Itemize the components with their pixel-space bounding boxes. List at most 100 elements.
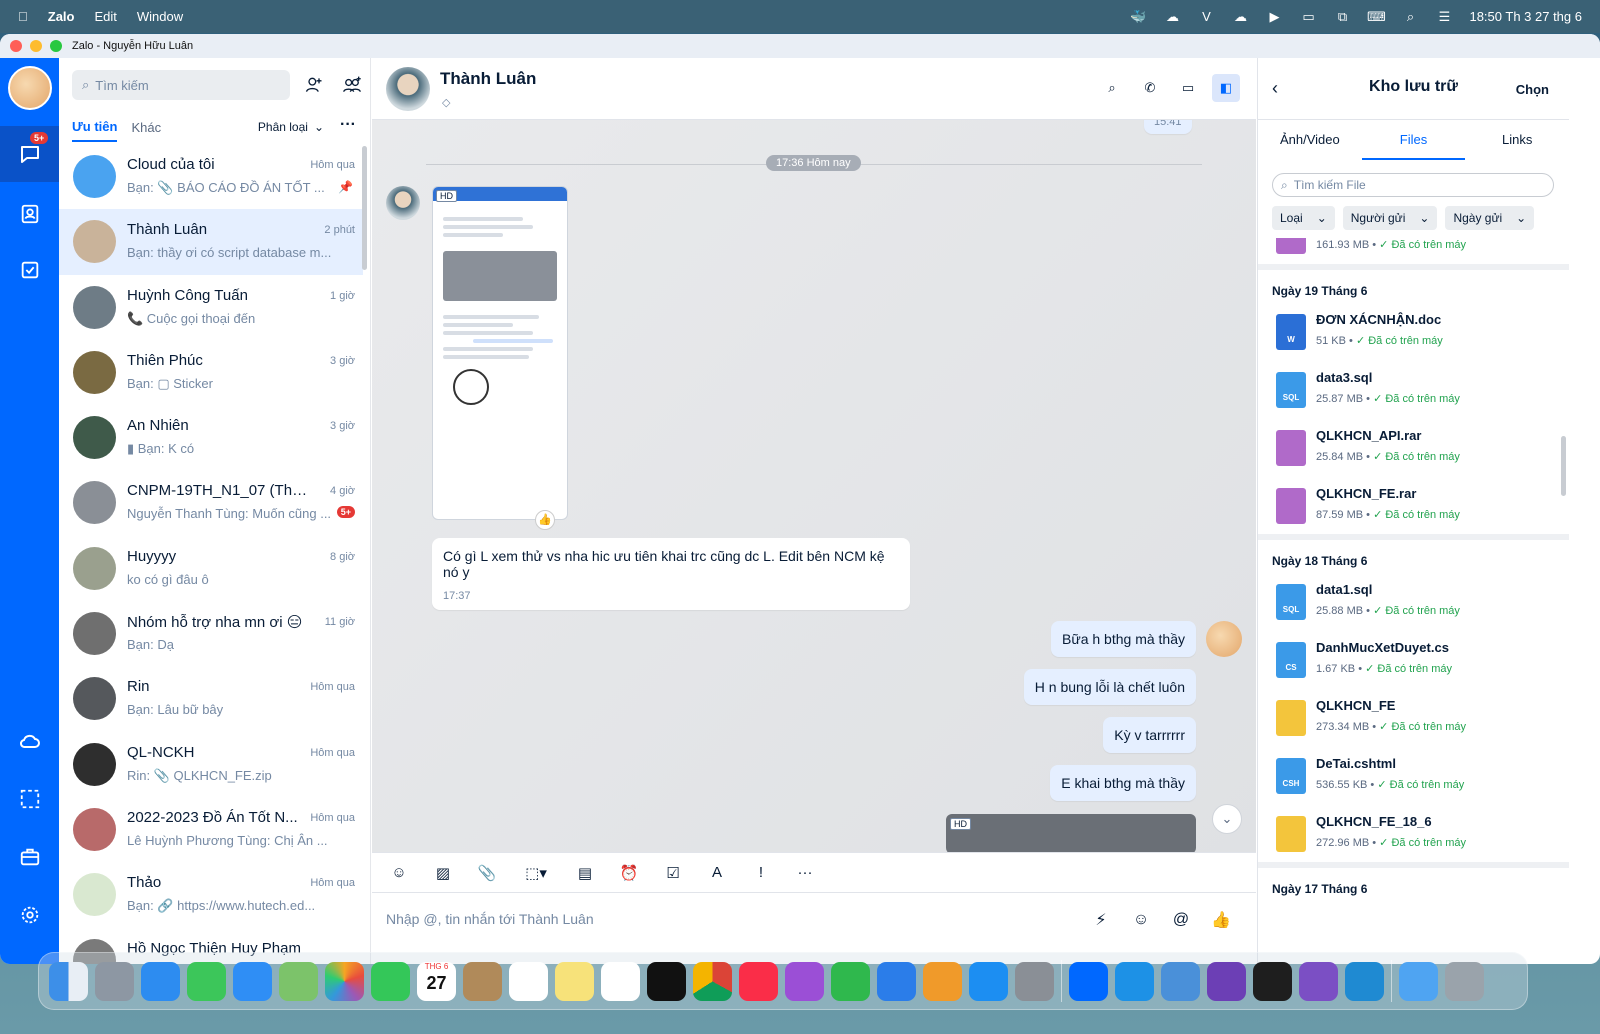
zalo-icon[interactable] (1069, 961, 1108, 1001)
chat-search-button[interactable]: ⌕ (1098, 74, 1126, 102)
menu-clock[interactable]: 18:50 Th 3 27 thg 6 (1469, 9, 1582, 24)
outgoing-message[interactable]: Kỳ v tarrrrrr (1103, 717, 1196, 753)
safari-icon[interactable] (141, 961, 180, 1001)
sticker-icon[interactable]: ☺ (386, 860, 412, 886)
conversation-item[interactable]: Rin Hôm qua Bạn: Lâu bữ bây (59, 666, 363, 731)
conversation-item[interactable]: An Nhiên 3 giờ ▮ Bạn: K có (59, 405, 363, 470)
nav-messages[interactable]: 5+ (0, 126, 59, 182)
zoom-window-button[interactable] (50, 40, 62, 52)
notes-icon[interactable] (555, 961, 594, 1001)
chat-contact-name[interactable]: Thành Luân (440, 69, 536, 89)
incoming-message[interactable]: Có gì L xem thử vs nha hic ưu tiên khai … (432, 538, 910, 610)
mail-icon[interactable] (233, 961, 272, 1001)
filter-date[interactable]: Ngày gửi ⌄ (1445, 206, 1535, 230)
messages-icon[interactable] (187, 961, 226, 1001)
vscode-icon[interactable] (1345, 961, 1384, 1001)
nav-cloud[interactable] (0, 713, 59, 769)
conversation-scrollbar[interactable] (362, 146, 367, 270)
play-icon[interactable]: ▶ (1265, 9, 1283, 24)
file-item[interactable]: QLKHCN_FE.rar 87.59 MB • ✓ Đã có trên má… (1258, 476, 1569, 534)
outgoing-message[interactable]: E khai bthg mà thầy (1050, 765, 1196, 801)
minimize-window-button[interactable] (30, 40, 42, 52)
nav-settings[interactable] (0, 887, 59, 943)
image-icon[interactable]: ▨ (430, 860, 456, 886)
podcasts-icon[interactable] (785, 961, 824, 1001)
visual-studio-preview-icon[interactable] (1299, 961, 1338, 1001)
photos-icon[interactable] (325, 961, 364, 1001)
sender-avatar[interactable] (386, 186, 420, 220)
toggle-info-panel-button[interactable]: ◧ (1212, 74, 1240, 102)
file-item[interactable]: SQL data1.sql 25.88 MB • ✓ Đã có trên má… (1258, 572, 1569, 630)
conversation-item[interactable]: Nhóm hỗ trợ nha mn ơi 😑 11 giờ Bạn: Dạ (59, 601, 363, 666)
select-button[interactable]: Chọn (1516, 82, 1549, 97)
filter-sender[interactable]: Người gửi ⌄ (1342, 206, 1438, 230)
pages-icon[interactable] (923, 961, 962, 1001)
launchpad-icon[interactable] (95, 961, 134, 1001)
conversation-item[interactable]: 2022-2023 Đồ Án Tốt N... Hôm qua Lê Huỳn… (59, 797, 363, 862)
file-item[interactable]: 161.93 MB • ✓ Đã có trên máy (1258, 238, 1569, 264)
voice-call-button[interactable]: ✆ (1136, 74, 1164, 102)
screen-mirror-icon[interactable]: ⧉ (1333, 9, 1351, 24)
conversation-item[interactable]: QL-NCKH Hôm qua Rin: 📎 QLKHCN_FE.zip (59, 732, 363, 797)
outgoing-image-message[interactable] (946, 814, 1196, 852)
menu-app-name[interactable]: Zalo (48, 9, 75, 24)
facetime-icon[interactable] (371, 961, 410, 1001)
add-friend-button[interactable] (300, 71, 328, 99)
battery-icon[interactable]: ▭ (1299, 9, 1317, 24)
screenshot-icon[interactable]: ⬚▾ (518, 860, 554, 886)
text-format-icon[interactable]: A (704, 860, 730, 886)
freeform-icon[interactable] (601, 961, 640, 1001)
tab-priority[interactable]: Ưu tiên (72, 119, 118, 142)
spotlight-icon[interactable]: ⌕ (1401, 9, 1419, 24)
outgoing-message[interactable]: Bữa h bthg mà thầy (1051, 621, 1196, 657)
docker-icon[interactable]: 🐳 (1129, 9, 1147, 24)
downloads-folder-icon[interactable] (1399, 961, 1438, 1001)
more-options-icon[interactable]: ··· (340, 116, 356, 134)
cloud-icon[interactable]: ☁ (1163, 9, 1181, 24)
conversation-item[interactable]: Cloud của tôi Hôm qua Bạn: 📎 BÁO CÁO ĐỒ … (59, 144, 363, 209)
emoji-icon[interactable]: ☺ (1128, 907, 1154, 933)
conversation-item[interactable]: CNPM-19TH_N1_07 (ThS. ... 4 giờ Nguyễn T… (59, 470, 363, 535)
activity-monitor-icon[interactable] (1253, 961, 1292, 1001)
docker-app-icon[interactable] (1115, 961, 1154, 1001)
system-settings-icon[interactable] (1015, 961, 1054, 1001)
conversation-item[interactable]: Huỳnh Công Tuấn 1 giờ 📞 Cuộc gọi thoại đ… (59, 275, 363, 340)
filter-type[interactable]: Loại ⌄ (1272, 206, 1335, 230)
apple-tv-icon[interactable] (647, 961, 686, 1001)
menu-edit[interactable]: Edit (94, 9, 116, 24)
create-group-button[interactable] (338, 71, 366, 99)
visual-studio-icon[interactable] (1207, 961, 1246, 1001)
label-tag-icon[interactable]: ◇ (442, 96, 450, 109)
contacts-app-icon[interactable] (463, 961, 502, 1001)
calendar-icon[interactable]: THG 6 27 (417, 961, 456, 1001)
more-icon[interactable]: ··· (792, 860, 818, 886)
maps-icon[interactable] (279, 961, 318, 1001)
like-reaction-icon[interactable]: 👍 (535, 510, 555, 530)
apple-icon[interactable]:  (18, 9, 28, 24)
tab-links[interactable]: Links (1465, 120, 1569, 160)
control-center-icon[interactable]: ☰ (1435, 9, 1453, 24)
mention-icon[interactable]: @ (1168, 907, 1194, 933)
thumbs-up-icon[interactable]: 👍 (1208, 907, 1234, 933)
file-item[interactable]: QLKHCN_API.rar 25.84 MB • ✓ Đã có trên m… (1258, 418, 1569, 476)
chat-avatar[interactable] (386, 67, 430, 111)
attachment-icon[interactable]: 📎 (474, 860, 500, 886)
nav-contacts[interactable] (0, 186, 59, 242)
keynote-icon[interactable] (877, 961, 916, 1001)
search-input[interactable]: ⌕ Tìm kiếm (72, 70, 290, 100)
urgent-icon[interactable]: ! (748, 860, 774, 886)
reminder-clock-icon[interactable]: ⏰ (616, 860, 642, 886)
conversation-item[interactable]: Huyyyy 8 giờ ko có gì đâu ô (59, 536, 363, 601)
storage-scrollbar[interactable] (1561, 436, 1566, 496)
quick-message-icon[interactable]: ⚡ (1088, 907, 1114, 933)
menu-window[interactable]: Window (137, 9, 183, 24)
tab-media[interactable]: Ảnh/Video (1258, 120, 1362, 160)
classify-dropdown[interactable]: Phân loại ⌄ (258, 120, 324, 134)
close-window-button[interactable] (10, 40, 22, 52)
keyboard-icon[interactable]: ⌨ (1367, 9, 1386, 24)
nav-toolbox[interactable] (0, 829, 59, 885)
file-item[interactable]: W ĐƠN XÁCNHẬN.doc 51 KB • ✓ Đã có trên m… (1258, 302, 1569, 360)
nav-screenshot[interactable] (0, 771, 59, 827)
file-item[interactable]: SQL data3.sql 25.87 MB • ✓ Đã có trên má… (1258, 360, 1569, 418)
file-item[interactable]: CS DanhMucXetDuyet.cs 1.67 KB • ✓ Đã có … (1258, 630, 1569, 688)
